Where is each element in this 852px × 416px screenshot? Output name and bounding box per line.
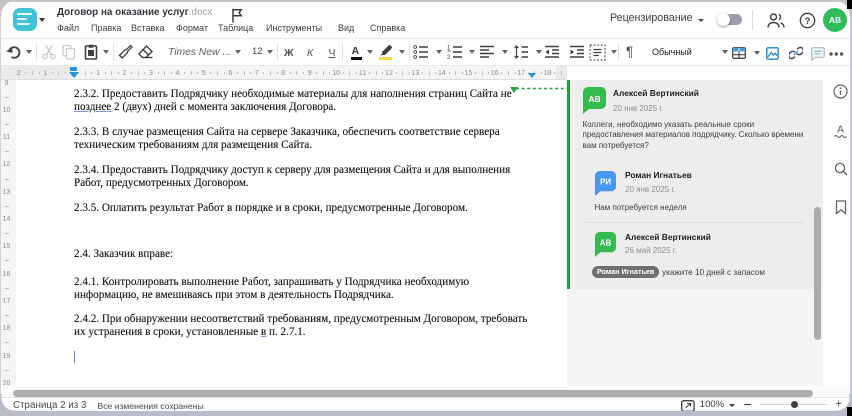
svg-text:?: ? [805, 16, 811, 27]
svg-text:1: 1 [447, 45, 451, 51]
svg-text:РИ: РИ [600, 177, 611, 186]
svg-text:АВ: АВ [588, 94, 600, 104]
svg-text:АВ: АВ [600, 238, 612, 247]
svg-text:А: А [837, 124, 844, 136]
svg-text:2: 2 [447, 55, 451, 60]
